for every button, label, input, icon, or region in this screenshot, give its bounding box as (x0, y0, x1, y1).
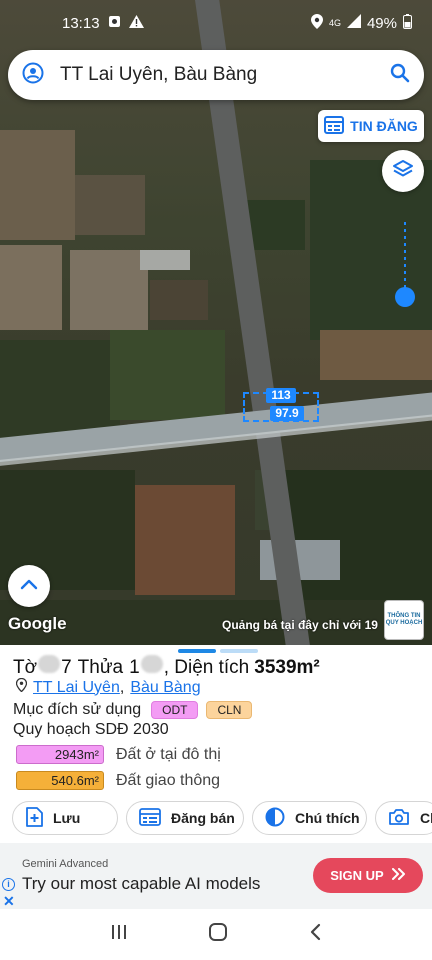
area-label: , Diện tích (163, 657, 250, 678)
battery-label: 49% (366, 14, 397, 32)
ad-subtitle: Gemini Advanced (22, 858, 109, 870)
thua-visible: 1 (129, 657, 140, 678)
system-nav-bar (0, 909, 432, 960)
location-separator: , (119, 678, 125, 696)
map-field (75, 175, 145, 235)
sheet-handle[interactable] (178, 649, 258, 653)
map-pin-icon (15, 677, 28, 697)
plan-row: 2943m² Đất ở tại đô thị (16, 745, 221, 764)
badge-line-1: THÔNG TIN (387, 613, 421, 619)
notification-icon (108, 15, 121, 32)
double-chevron-right-icon (391, 868, 406, 883)
map-field (320, 330, 432, 380)
thua-label: Thửa (77, 657, 124, 678)
map-field (70, 250, 148, 330)
tin-dang-label: TIN ĐĂNG (350, 118, 418, 134)
district-link[interactable]: Bàu Bàng (130, 679, 200, 697)
capture-label: Chụ (420, 810, 432, 826)
save-label: Lưu (53, 810, 81, 826)
map-field (110, 330, 225, 420)
signal-icon (346, 14, 361, 32)
action-bar: Lưu Đăng bán Chú thích Chụ (12, 801, 432, 835)
battery-icon (403, 13, 412, 33)
home-icon[interactable] (208, 922, 228, 947)
opacity-slider[interactable] (395, 220, 415, 310)
parcel-info-sheet: Tờ 7 Thửa 1 , Diện tích 3539m² TT Lai Uy… (0, 645, 432, 843)
search-icon[interactable] (390, 63, 410, 88)
layers-icon (392, 158, 414, 185)
badge-line-2: QUY HOẠCH (385, 620, 423, 626)
to-label: Tờ (13, 657, 38, 678)
ward-link[interactable]: TT Lai Uyên (33, 679, 120, 697)
search-input[interactable]: TT Lai Uyên, Bàu Bàng (60, 64, 390, 86)
map-field (140, 250, 190, 270)
recent-apps-icon[interactable] (110, 923, 128, 946)
expand-sheet-button[interactable] (8, 565, 50, 607)
area-value: 3539m² (254, 657, 320, 678)
map-ad-text[interactable]: Quảng bá tại đây chỉ với 19 (222, 618, 378, 632)
back-icon[interactable] (308, 923, 322, 946)
parcel-title: Tờ 7 Thửa 1 , Diện tích 3539m² (13, 655, 320, 679)
purpose-tag-odt[interactable]: ODT (151, 701, 199, 719)
plan-title: Quy hoạch SDĐ 2030 (13, 721, 169, 738)
legend-button[interactable]: Chú thích (252, 801, 367, 835)
network-label: 4G (328, 18, 341, 28)
camera-icon (388, 808, 410, 829)
ad-title[interactable]: Try our most capable AI models (22, 874, 260, 894)
map-field (135, 485, 235, 595)
parcel-number-label: 113 (266, 388, 296, 403)
map-field (150, 280, 208, 320)
location-icon (310, 13, 323, 33)
listing-icon (324, 115, 345, 137)
purpose-row: Mục đích sử dụng ODT CLN (13, 701, 253, 719)
map-field (0, 245, 62, 330)
map-field (280, 470, 432, 600)
redacted-to (38, 655, 61, 673)
redacted-thua (140, 655, 163, 673)
warning-icon (128, 14, 144, 32)
ad-info-icon[interactable]: i (2, 878, 15, 891)
status-time: 13:13 (62, 14, 100, 32)
search-bar[interactable]: TT Lai Uyên, Bàu Bàng (8, 50, 424, 100)
status-bar: 13:13 4G 49% (0, 0, 432, 46)
quy-hoach-badge[interactable]: THÔNG TIN QUY HOẠCH (384, 600, 424, 640)
ad-close-icon[interactable]: ✕ (3, 893, 15, 910)
plan-label: Đất giao thông (116, 771, 221, 789)
capture-button[interactable]: Chụ (375, 801, 432, 835)
chevron-up-icon (20, 577, 38, 595)
plan-value: 540.6m² (16, 771, 104, 790)
map-field (0, 340, 120, 440)
sign-up-button[interactable]: SIGN UP (313, 858, 423, 893)
account-icon[interactable] (22, 62, 44, 89)
ad-banner[interactable]: Gemini Advanced Try our most capable AI … (0, 843, 432, 909)
sign-up-label: SIGN UP (330, 868, 384, 883)
to-visible: 7 (61, 657, 72, 678)
post-for-sale-label: Đăng bán (171, 810, 235, 826)
opacity-slider-handle (395, 287, 415, 307)
plan-row: 540.6m² Đất giao thông (16, 771, 220, 790)
listing-icon (139, 807, 161, 829)
purpose-tag-cln[interactable]: CLN (206, 701, 253, 719)
location-row: TT Lai Uyên, Bàu Bàng (15, 677, 201, 697)
map-field (0, 130, 75, 240)
parcel-area-label: 97.9 (270, 406, 304, 421)
post-for-sale-button[interactable]: Đăng bán (126, 801, 244, 835)
save-button[interactable]: Lưu (12, 801, 118, 835)
add-document-icon (25, 806, 43, 830)
plan-label: Đất ở tại đô thị (116, 745, 221, 763)
google-logo: Google (8, 614, 67, 633)
plan-value: 2943m² (16, 745, 104, 764)
legend-label: Chú thích (295, 810, 360, 826)
purpose-label: Mục đích sử dụng (13, 701, 142, 718)
layers-button[interactable] (382, 150, 424, 192)
legend-icon (265, 807, 285, 830)
tin-dang-button[interactable]: TIN ĐĂNG (318, 110, 424, 142)
